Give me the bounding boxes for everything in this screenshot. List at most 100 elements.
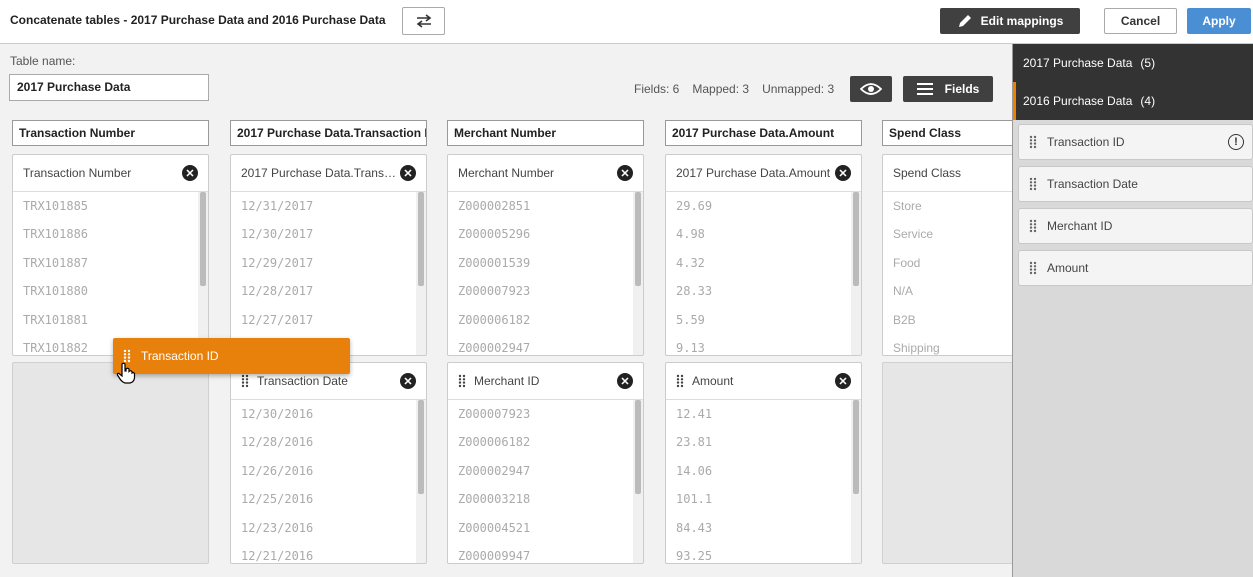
scrollbar[interactable] [416,400,426,563]
fields-button[interactable]: Fields [903,76,993,102]
remove-field-icon[interactable]: ✕ [400,165,416,181]
side-field-merchant-id[interactable]: Merchant ID [1018,208,1253,244]
field-card[interactable]: Transaction Date ✕ 12/30/2016 12/28/2016… [230,362,427,564]
side-table-count: (5) [1140,56,1156,70]
column-header-1[interactable]: Transaction Number [12,120,209,146]
scrollbar[interactable] [851,192,861,355]
field-card[interactable]: Amount ✕ 12.41 23.81 14.06 101.1 84.43 9… [665,362,862,564]
scrollbar[interactable] [851,400,861,563]
value-row: TRX101880 [23,284,89,299]
apply-button[interactable]: Apply [1187,8,1251,34]
scrollbar[interactable] [198,192,208,355]
scrollbar[interactable] [633,192,643,355]
drag-handle-icon[interactable] [241,374,249,388]
value-row: 12/30/2016 [241,407,314,421]
field-card[interactable]: Merchant Number ✕ Z000002851 Z000005296 … [447,154,644,356]
scrollbar-thumb[interactable] [418,400,424,494]
warning-info-icon[interactable]: ! [1228,134,1244,150]
pencil-icon [958,15,971,27]
dialog-header: Concatenate tables - 2017 Purchase Data … [0,0,1253,44]
drag-handle-icon[interactable] [1029,261,1037,275]
fields-button-label: Fields [944,82,980,96]
menu-icon [916,83,933,95]
value-row: 12/25/2016 [241,492,314,507]
edit-mappings-button[interactable]: Edit mappings [940,8,1080,34]
field-values: Z000002851 Z000005296 Z000001539 Z000007… [448,192,643,355]
column-header-3[interactable]: Merchant Number [447,120,644,146]
swap-tables-button[interactable] [402,7,445,35]
value-row: 12/27/2017 [241,312,314,327]
value-row: Z000003218 [458,492,531,507]
scrollbar-thumb[interactable] [853,192,859,286]
remove-field-icon[interactable]: ✕ [400,373,416,389]
empty-drop-slot[interactable] [882,362,1012,564]
drag-handle-icon[interactable] [1029,135,1037,149]
field-values: TRX101885 TRX101886 TRX101887 TRX101880 … [13,192,208,355]
field-values: 12/30/2016 12/28/2016 12/26/2016 12/25/2… [231,400,426,563]
value-row: Z000002947 [458,340,531,355]
column-header-2[interactable]: 2017 Purchase Data.Transaction Date [230,120,427,146]
side-table-count: (4) [1140,94,1156,108]
field-card-header: Spend Class [883,155,1012,192]
dragged-field[interactable]: Transaction ID [113,338,350,374]
hand-cursor-icon [116,362,136,384]
remove-field-icon[interactable]: ✕ [182,165,198,181]
value-row: 29.69 [676,199,713,213]
field-card[interactable]: Spend Class Store Service Food N/A B2B S… [882,154,1012,356]
drag-handle-icon[interactable] [458,374,466,388]
side-field-transaction-date[interactable]: Transaction Date [1018,166,1253,202]
column-header-4[interactable]: 2017 Purchase Data.Amount [665,120,862,146]
mapped-count: Mapped: 3 [692,82,750,96]
side-table-2016[interactable]: 2016 Purchase Data (4) [1013,82,1253,120]
field-card-header: Transaction Number ✕ [13,155,208,192]
side-field-amount[interactable]: Amount [1018,250,1253,286]
side-table-name: 2016 Purchase Data [1023,94,1133,108]
field-card[interactable]: Merchant ID ✕ Z000007923 Z000006182 Z000… [447,362,644,564]
value-row: N/A [893,284,914,299]
scrollbar[interactable] [416,192,426,355]
value-row: Z000001539 [458,255,531,270]
value-row: Z000007923 [458,407,531,421]
field-card-header: 2017 Purchase Data.Transaction Date ✕ [231,155,426,192]
scrollbar-thumb[interactable] [853,400,859,494]
field-card[interactable]: 2017 Purchase Data.Transaction Date ✕ 12… [230,154,427,356]
preview-toggle-button[interactable] [850,76,892,102]
drag-handle-icon[interactable] [1029,219,1037,233]
field-stats: Fields: 6 Mapped: 3 Unmapped: 3 [634,82,834,96]
remove-field-icon[interactable]: ✕ [835,373,851,389]
side-field-label: Merchant ID [1047,219,1113,233]
field-card-header: 2017 Purchase Data.Amount ✕ [666,155,861,192]
field-card[interactable]: 2017 Purchase Data.Amount ✕ 29.69 4.98 4… [665,154,862,356]
field-card-label: Spend Class [893,166,962,180]
value-row: 93.25 [676,548,713,563]
remove-field-icon[interactable]: ✕ [617,165,633,181]
cancel-button[interactable]: Cancel [1104,8,1177,34]
value-row: 84.43 [676,520,713,535]
value-row: TRX101885 [23,199,89,213]
field-values: Store Service Food N/A B2B Shipping [883,192,1012,355]
scrollbar-thumb[interactable] [200,192,206,286]
value-row: 12/28/2016 [241,435,314,450]
value-row: 12/26/2016 [241,463,314,478]
value-row: 14.06 [676,463,713,478]
column-header-5[interactable]: Spend Class [882,120,1012,146]
eye-icon [860,83,882,95]
field-card-label: 2017 Purchase Data.Transaction Date [241,166,400,180]
scrollbar-thumb[interactable] [635,400,641,494]
fields-count: Fields: 6 [634,82,680,96]
field-card-header: Merchant Number ✕ [448,155,643,192]
value-row: 12/30/2017 [241,227,314,242]
scrollbar-thumb[interactable] [635,192,641,286]
empty-drop-slot[interactable] [12,362,209,564]
field-card[interactable]: Transaction Number ✕ TRX101885 TRX101886… [12,154,209,356]
scrollbar[interactable] [633,400,643,563]
remove-field-icon[interactable]: ✕ [617,373,633,389]
table-name-input[interactable]: 2017 Purchase Data [9,74,209,101]
drag-handle-icon[interactable] [1029,177,1037,191]
field-card-label: Merchant ID [474,374,540,388]
remove-field-icon[interactable]: ✕ [835,165,851,181]
scrollbar-thumb[interactable] [418,192,424,286]
side-table-2017[interactable]: 2017 Purchase Data (5) [1013,44,1253,82]
side-field-transaction-id[interactable]: Transaction ID ! [1018,124,1253,160]
drag-handle-icon[interactable] [676,374,684,388]
